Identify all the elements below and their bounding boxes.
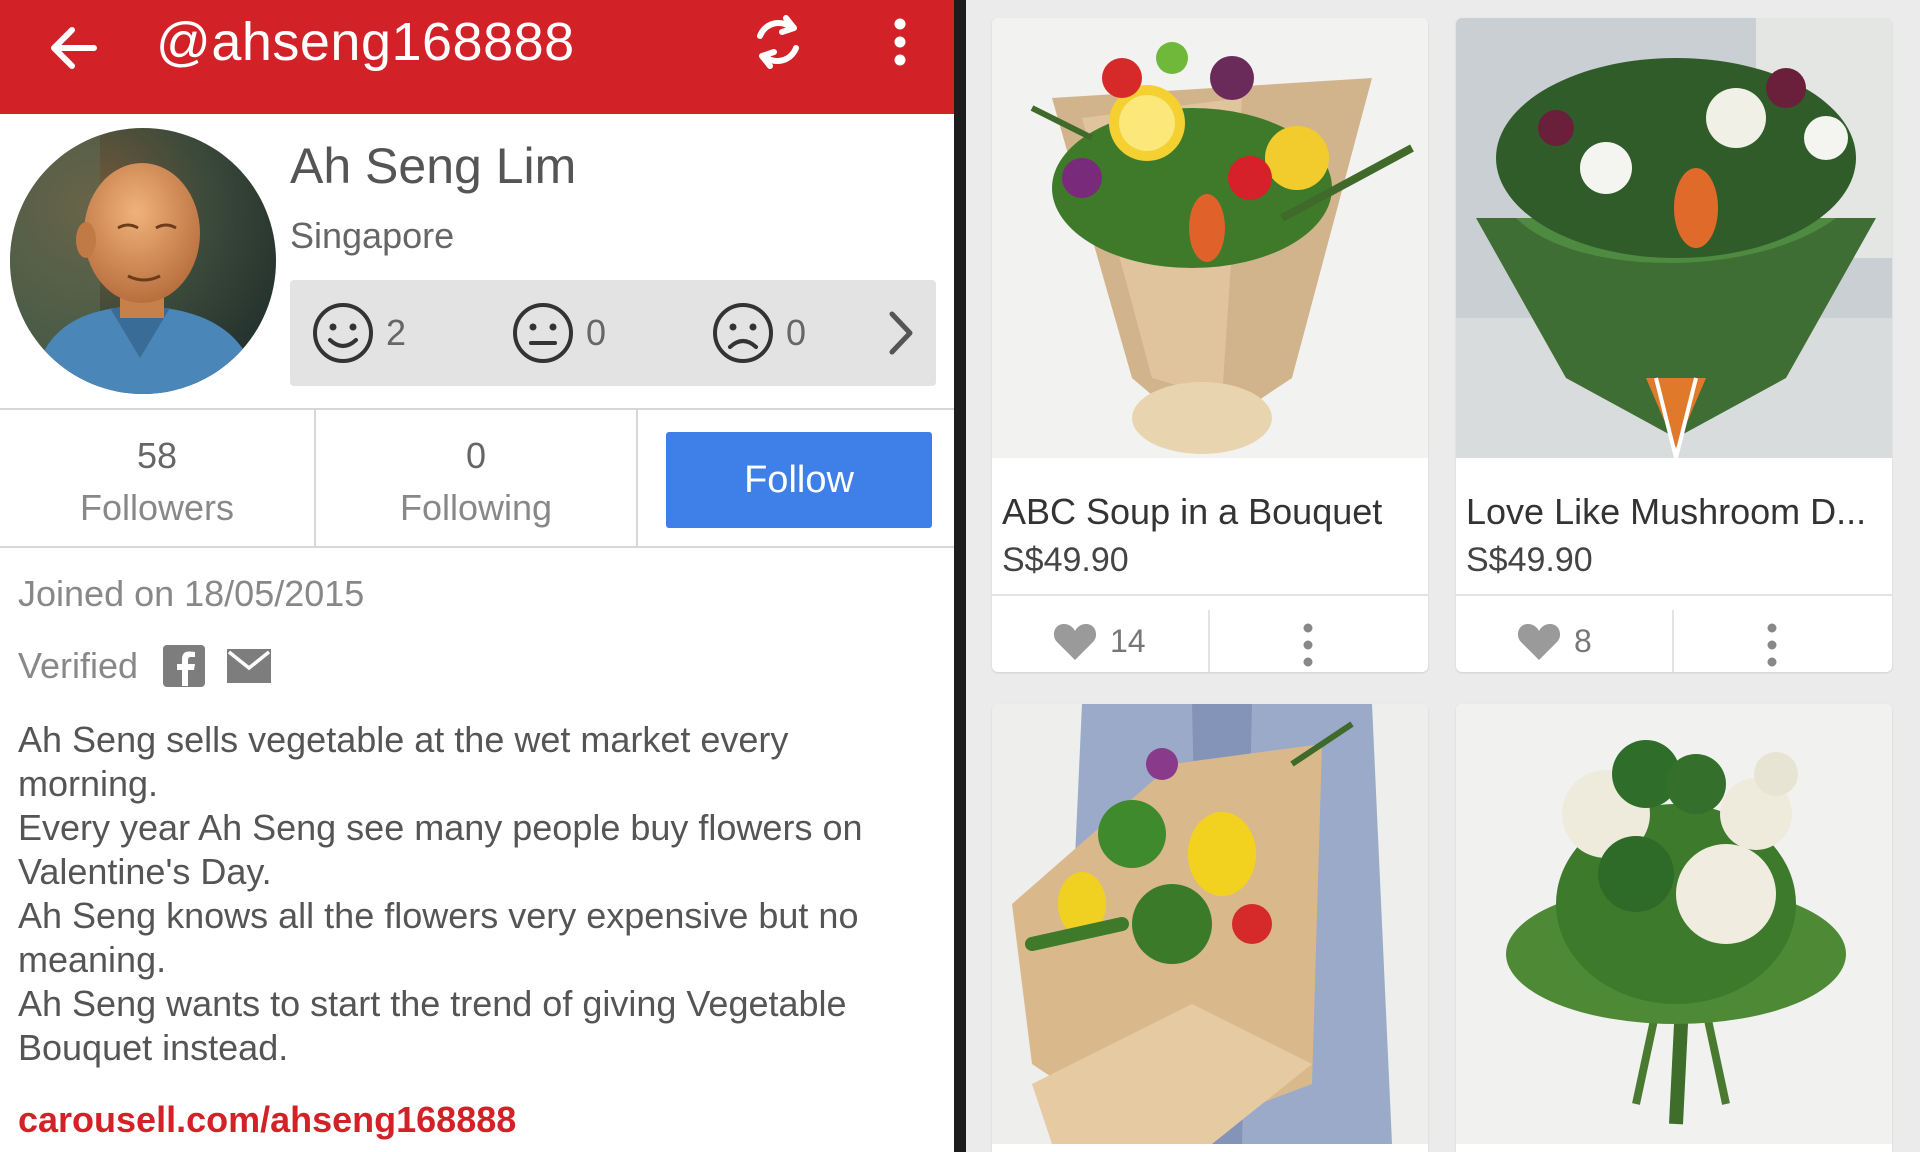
refresh-icon[interactable] xyxy=(746,10,810,74)
listing-price: S$49.90 xyxy=(1466,541,1593,579)
listing-photo xyxy=(1456,704,1892,1144)
chevron-right-icon[interactable] xyxy=(880,306,920,360)
listing-footer: 8 xyxy=(1456,594,1892,672)
divider xyxy=(1208,610,1210,672)
joined-date: Joined on 18/05/2015 xyxy=(18,573,365,614)
profile-link[interactable]: carousell.com/ahseng168888 xyxy=(18,1098,516,1142)
followers-stat[interactable]: 58 Followers xyxy=(0,410,314,546)
followers-count: 58 xyxy=(136,435,178,476)
bio-line: Ah Seng sells vegetable at the wet marke… xyxy=(18,719,789,804)
listing-photo xyxy=(992,704,1428,1144)
listing-title: Love Like Mushroom D... xyxy=(1466,491,1867,532)
rating-neutral-count: 0 xyxy=(586,312,607,353)
neutral-face-icon xyxy=(513,303,573,363)
bio-line: Ah Seng knows all the flowers very expen… xyxy=(18,895,859,980)
listing-price: S$49.90 xyxy=(1002,541,1129,579)
divider xyxy=(636,410,638,546)
app-bar: @ahseng168888 xyxy=(0,0,954,114)
listing-photo xyxy=(1456,18,1892,458)
panel-divider xyxy=(954,0,966,1152)
listings-grid: ABC Soup in a Bouquet S$49.90 14 Love Li… xyxy=(966,0,1920,1152)
listing-footer: 14 xyxy=(992,594,1428,672)
follow-button[interactable]: Follow xyxy=(666,432,932,528)
like-count: 8 xyxy=(1574,622,1592,659)
like-button[interactable]: 8 xyxy=(1516,620,1592,662)
heart-icon xyxy=(1517,624,1561,660)
listing-card[interactable] xyxy=(1456,704,1892,1152)
facebook-icon xyxy=(163,645,206,687)
avatar xyxy=(10,128,276,394)
following-stat[interactable]: 0 Following xyxy=(316,410,636,546)
profile-bio: Ah Seng sells vegetable at the wet marke… xyxy=(18,718,938,1070)
rating-neutral: 0 xyxy=(510,300,606,366)
page-title: @ahseng168888 xyxy=(156,12,575,72)
arrow-left-icon[interactable] xyxy=(44,18,104,78)
rating-negative-count: 0 xyxy=(786,312,807,353)
like-button[interactable]: 14 xyxy=(1052,620,1146,662)
following-count: 0 xyxy=(465,435,487,476)
listing-photo xyxy=(992,18,1428,458)
bio-line: Ah Seng wants to start the trend of givi… xyxy=(18,983,847,1068)
envelope-icon xyxy=(227,649,272,683)
profile-panel: @ahseng168888 Ah Seng Lim Singapore 2 0 … xyxy=(0,0,954,1152)
heart-icon xyxy=(1053,624,1097,660)
listing-card[interactable] xyxy=(992,704,1428,1152)
rating-positive-count: 2 xyxy=(386,312,407,353)
stats-row: 58 Followers 0 Following Follow xyxy=(0,408,954,548)
frown-icon xyxy=(713,303,773,363)
rating-negative: 0 xyxy=(710,300,806,366)
followers-label: Followers xyxy=(79,487,235,528)
listing-title: ABC Soup in a Bouquet xyxy=(1002,491,1383,532)
more-vertical-icon[interactable] xyxy=(1762,620,1782,670)
listing-card[interactable]: ABC Soup in a Bouquet S$49.90 14 xyxy=(992,18,1428,672)
like-count: 14 xyxy=(1110,622,1146,659)
verified-label: Verified xyxy=(18,645,139,686)
rating-positive: 2 xyxy=(310,300,406,366)
profile-name: Ah Seng Lim xyxy=(290,138,577,194)
ratings-bar[interactable]: 2 0 0 xyxy=(290,280,936,386)
listing-card[interactable]: Love Like Mushroom D... S$49.90 8 xyxy=(1456,18,1892,672)
following-label: Following xyxy=(399,487,553,528)
bio-line: Every year Ah Seng see many people buy f… xyxy=(18,807,863,892)
more-vertical-icon[interactable] xyxy=(880,10,920,74)
divider xyxy=(1672,610,1674,672)
more-vertical-icon[interactable] xyxy=(1298,620,1318,670)
profile-location: Singapore xyxy=(290,215,455,256)
verified-row: Verified xyxy=(18,644,272,688)
smile-icon xyxy=(313,303,373,363)
